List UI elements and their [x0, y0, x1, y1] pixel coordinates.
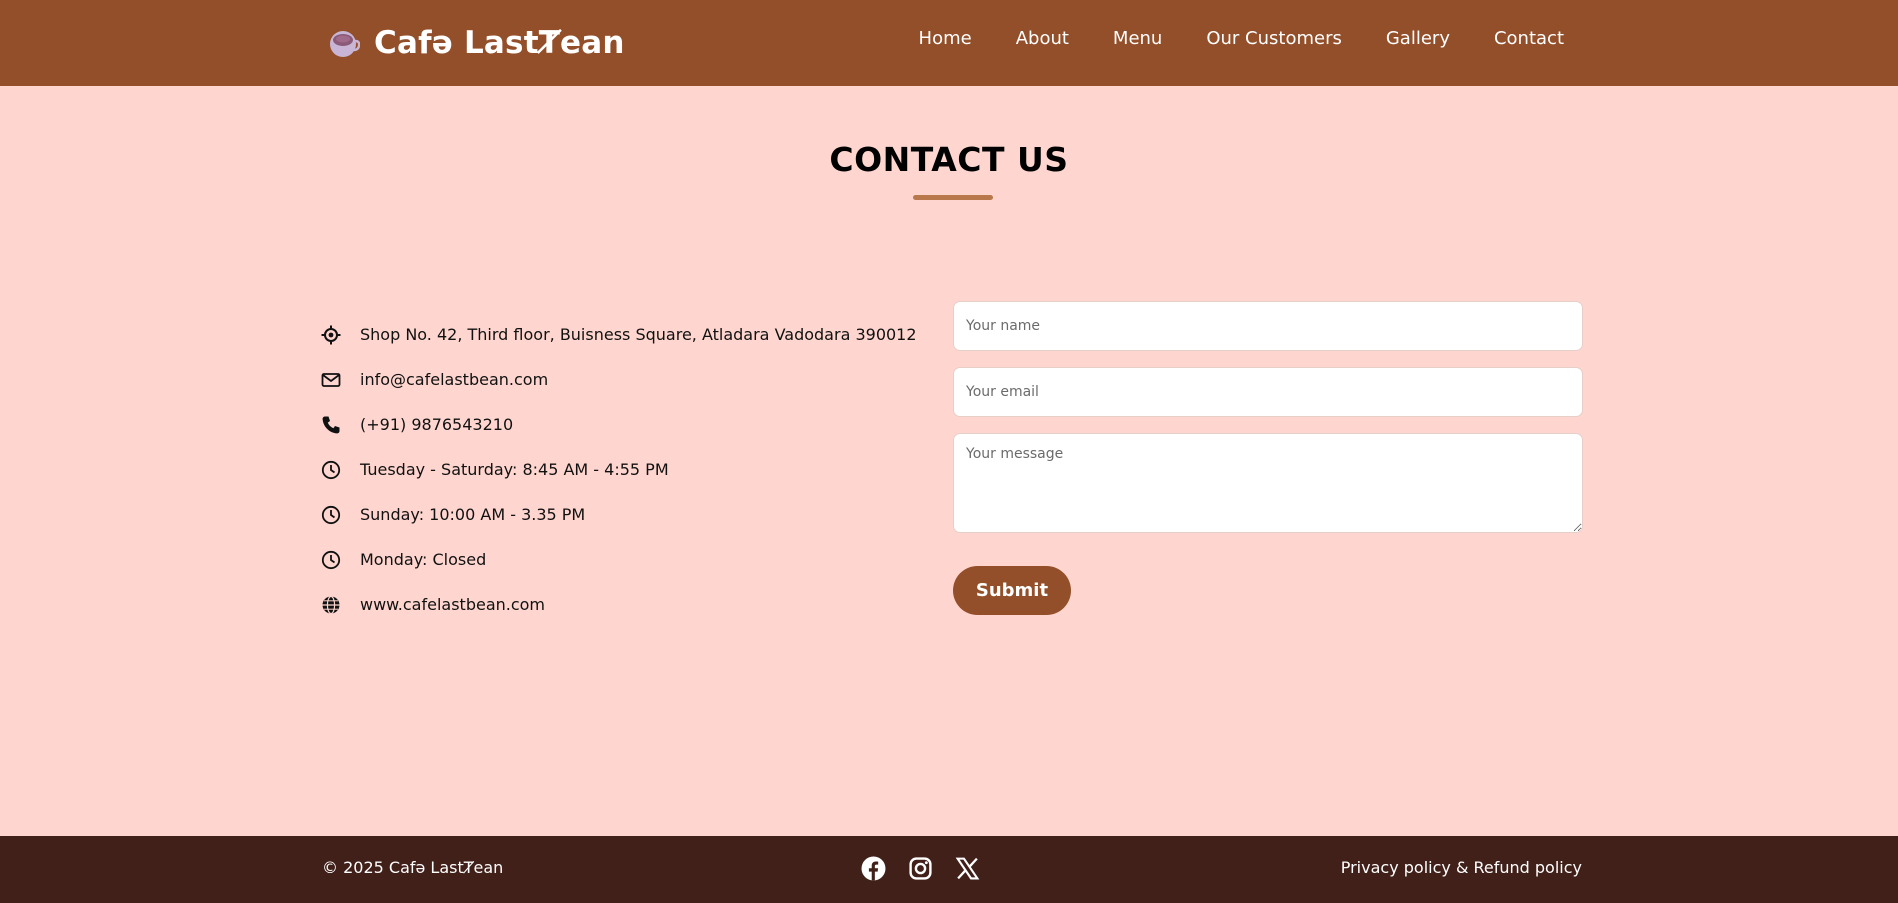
- info-email: info@cafelastbean.com: [321, 357, 917, 402]
- clock-icon: [321, 505, 341, 525]
- globe-icon: [321, 595, 341, 615]
- coffee-cup-logo-icon: [330, 31, 360, 57]
- info-hours-sunday: Sunday: 10:00 AM - 3.35 PM: [321, 492, 917, 537]
- hours-monday-text: Monday: Closed: [360, 550, 487, 569]
- nav-contact[interactable]: Contact: [1494, 28, 1564, 49]
- page-title: CONTACT US: [829, 140, 1069, 179]
- info-hours-monday: Monday: Closed: [321, 537, 917, 582]
- social-links: [861, 856, 980, 881]
- info-website: www.cafelastbean.com: [321, 582, 917, 627]
- policy-link[interactable]: Privacy policy & Refund policy: [1341, 858, 1582, 877]
- title-underline: [913, 195, 993, 200]
- clock-icon: [321, 550, 341, 570]
- name-input[interactable]: [953, 301, 1583, 351]
- phone-text[interactable]: (+91) 9876543210: [360, 415, 513, 434]
- copyright-text: © 2025 Cafə LastȾean: [322, 858, 504, 877]
- clock-icon: [321, 460, 341, 480]
- contact-info-list: Shop No. 42, Third floor, Buisness Squar…: [321, 312, 917, 627]
- facebook-icon[interactable]: [861, 856, 886, 881]
- main-nav: Home About Menu Our Customers Gallery Co…: [919, 28, 1564, 49]
- submit-button[interactable]: Submit: [953, 566, 1071, 615]
- nav-gallery[interactable]: Gallery: [1386, 28, 1450, 49]
- nav-about[interactable]: About: [1016, 28, 1069, 49]
- nav-our-customers[interactable]: Our Customers: [1206, 28, 1342, 49]
- x-icon[interactable]: [955, 856, 980, 881]
- location-icon: [321, 325, 341, 345]
- phone-icon: [321, 415, 341, 435]
- instagram-icon[interactable]: [908, 856, 933, 881]
- email-text[interactable]: info@cafelastbean.com: [360, 370, 548, 389]
- hours-weekday-text: Tuesday - Saturday: 8:45 AM - 4:55 PM: [360, 460, 669, 479]
- brand-name: Cafə LastȾean: [374, 25, 625, 61]
- hours-sunday-text: Sunday: 10:00 AM - 3.35 PM: [360, 505, 586, 524]
- info-phone: (+91) 9876543210: [321, 402, 917, 447]
- address-text: Shop No. 42, Third floor, Buisness Squar…: [360, 325, 917, 344]
- message-textarea[interactable]: [953, 433, 1583, 533]
- website-text[interactable]: www.cafelastbean.com: [360, 595, 545, 614]
- info-hours-weekday: Tuesday - Saturday: 8:45 AM - 4:55 PM: [321, 447, 917, 492]
- brand[interactable]: Cafə LastȾean: [328, 22, 625, 64]
- site-header: Cafə LastȾean Home About Menu Our Custom…: [0, 0, 1898, 86]
- contact-form: Submit: [953, 301, 1583, 615]
- site-footer: © 2025 Cafə LastȾean Privacy policy & Re…: [0, 836, 1898, 903]
- email-input[interactable]: [953, 367, 1583, 417]
- info-address: Shop No. 42, Third floor, Buisness Squar…: [321, 312, 917, 357]
- nav-home[interactable]: Home: [919, 28, 972, 49]
- mail-icon: [321, 370, 341, 390]
- nav-menu[interactable]: Menu: [1113, 28, 1162, 49]
